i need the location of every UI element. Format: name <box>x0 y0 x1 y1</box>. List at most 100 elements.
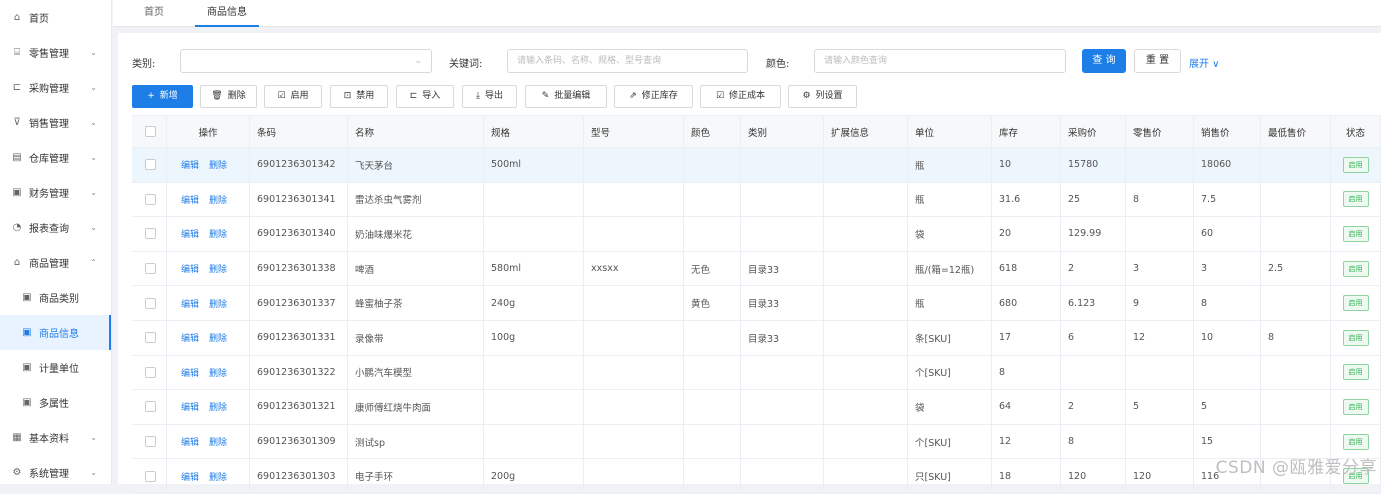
row-checkbox[interactable] <box>145 367 156 378</box>
table-cell <box>684 183 741 217</box>
edit-link[interactable]: 编辑 <box>181 470 199 483</box>
status-cell: 启用 <box>1331 356 1381 390</box>
edit-button[interactable]: ✎批量编辑 <box>525 85 607 108</box>
table-cell <box>584 459 684 493</box>
stock-button[interactable]: ⇗修正库存 <box>614 85 693 108</box>
category-select[interactable]: ⌄ <box>180 49 432 73</box>
delete-link[interactable]: 删除 <box>209 366 227 379</box>
table-row[interactable]: 编辑删除6901236301341雷达杀虫气雾剂瓶31.62587.5启用 <box>132 183 1381 218</box>
plus-button[interactable]: +新增 <box>132 85 193 108</box>
select-all-checkbox[interactable] <box>145 126 156 137</box>
keyword-input[interactable]: 请输入条码、名称、规格、型号查询 <box>507 49 748 73</box>
sidebar-item-info[interactable]: ▣商品信息 <box>0 315 111 350</box>
sidebar-item-base[interactable]: ▦基本资料⌄ <box>0 420 111 455</box>
table-row[interactable]: 编辑删除6901236301340奶油味爆米花袋20129.9960启用 <box>132 217 1381 252</box>
check-button[interactable]: ☑启用 <box>264 85 322 108</box>
expand-link[interactable]: 展开 ∨ <box>1189 55 1220 70</box>
disable-button[interactable]: ⊡禁用 <box>330 85 388 108</box>
delete-link[interactable]: 删除 <box>209 435 227 448</box>
delete-link[interactable]: 删除 <box>209 158 227 171</box>
export-button[interactable]: ⤓导出 <box>462 85 517 108</box>
table-row[interactable]: 编辑删除6901236301303电子手环200g只[SKU]181201201… <box>132 459 1381 494</box>
delete-link[interactable]: 删除 <box>209 193 227 206</box>
edit-link[interactable]: 编辑 <box>181 262 199 275</box>
sidebar-item-finance[interactable]: ▣财务管理⌄ <box>0 175 111 210</box>
sidebar-item-unit[interactable]: ▣计量单位 <box>0 350 111 385</box>
table-row[interactable]: 编辑删除6901236301321康师傅红烧牛肉面袋64255启用 <box>132 390 1381 425</box>
row-checkbox[interactable] <box>145 298 156 309</box>
table-row[interactable]: 编辑删除6901236301338啤酒580mlxxsxx无色目录33瓶/(箱=… <box>132 252 1381 287</box>
table-cell: 17 <box>992 321 1061 355</box>
row-checkbox[interactable] <box>145 228 156 239</box>
sidebar-item-label: 系统管理 <box>29 465 69 480</box>
sidebar-item-goods[interactable]: ⌂商品管理⌃ <box>0 245 111 280</box>
edit-link[interactable]: 编辑 <box>181 400 199 413</box>
table-cell: 5 <box>1126 390 1194 424</box>
row-checkbox[interactable] <box>145 471 156 482</box>
sidebar-item-home[interactable]: ⌂首页 <box>0 0 111 35</box>
status-cell: 启用 <box>1331 252 1381 286</box>
sidebar-item-cart[interactable]: ⊏采购管理⌄ <box>0 70 111 105</box>
toolbar-button-label: 修正成本 <box>729 86 765 107</box>
delete-link[interactable]: 删除 <box>209 470 227 483</box>
reset-button[interactable]: 重 置 <box>1134 49 1181 73</box>
row-checkbox[interactable] <box>145 436 156 447</box>
table-cell <box>824 425 908 459</box>
row-checkbox[interactable] <box>145 401 156 412</box>
delete-link[interactable]: 删除 <box>209 262 227 275</box>
table-cell: 64 <box>992 390 1061 424</box>
tab-goods-info[interactable]: 商品信息 <box>195 0 259 27</box>
table-row[interactable]: 编辑删除6901236301337蜂蜜柚子茶240g黄色目录33瓶6806.12… <box>132 286 1381 321</box>
header-cell: 最低售价 <box>1261 116 1331 147</box>
sidebar-item-category[interactable]: ▣商品类别 <box>0 280 111 315</box>
edit-link[interactable]: 编辑 <box>181 227 199 240</box>
delete-link[interactable]: 删除 <box>209 297 227 310</box>
delete-link[interactable]: 删除 <box>209 400 227 413</box>
table-cell: 6901236301322 <box>250 356 348 390</box>
sidebar-item-shop[interactable]: ⌸零售管理⌄ <box>0 35 111 70</box>
toolbar-button-label: 修正库存 <box>642 86 678 107</box>
table-row[interactable]: 编辑删除6901236301309测试sp个[SKU]12815启用 <box>132 425 1381 460</box>
header-cell-select <box>132 116 167 147</box>
edit-link[interactable]: 编辑 <box>181 297 199 310</box>
delete-link[interactable]: 删除 <box>209 227 227 240</box>
base-icon: ▦ <box>11 432 23 443</box>
row-actions: 编辑删除 <box>167 425 250 459</box>
table-row[interactable]: 编辑删除6901236301342飞天茅台500ml瓶101578018060启… <box>132 148 1381 183</box>
sidebar-item-label: 采购管理 <box>29 80 69 95</box>
sidebar-item-sale[interactable]: ⊽销售管理⌄ <box>0 105 111 140</box>
sidebar-item-attr[interactable]: ▣多属性 <box>0 385 111 420</box>
table-row[interactable]: 编辑删除6901236301331录像带100g目录33条[SKU]176121… <box>132 321 1381 356</box>
tab-home[interactable]: 首页 <box>144 0 164 27</box>
search-button[interactable]: 查 询 <box>1082 49 1126 73</box>
color-input[interactable]: 请输入颜色查询 <box>814 49 1066 73</box>
delete-link[interactable]: 删除 <box>209 331 227 344</box>
cost-icon: ☑ <box>716 86 724 107</box>
row-checkbox[interactable] <box>145 159 156 170</box>
edit-link[interactable]: 编辑 <box>181 193 199 206</box>
cost-button[interactable]: ☑修正成本 <box>700 85 781 108</box>
trash-button[interactable]: 🗑删除 <box>200 85 257 108</box>
sidebar-item-label: 零售管理 <box>29 45 69 60</box>
sidebar-item-warehouse[interactable]: ▤仓库管理⌄ <box>0 140 111 175</box>
table-cell <box>484 390 584 424</box>
import-button[interactable]: ⊏导入 <box>396 85 454 108</box>
row-actions: 编辑删除 <box>167 321 250 355</box>
sidebar-item-settings[interactable]: ⚙系统管理⌄ <box>0 455 111 490</box>
edit-link[interactable]: 编辑 <box>181 158 199 171</box>
table-cell: 6901236301337 <box>250 286 348 320</box>
table-row[interactable]: 编辑删除6901236301322小鹏汽车模型个[SKU]8启用 <box>132 356 1381 391</box>
table-cell: 60 <box>1194 217 1261 251</box>
row-actions: 编辑删除 <box>167 390 250 424</box>
check-icon: ☑ <box>277 86 285 107</box>
edit-link[interactable]: 编辑 <box>181 366 199 379</box>
table-cell: 25 <box>1061 183 1126 217</box>
column-settings-button[interactable]: ⚙列设置 <box>788 85 857 108</box>
row-checkbox[interactable] <box>145 194 156 205</box>
edit-link[interactable]: 编辑 <box>181 331 199 344</box>
row-checkbox[interactable] <box>145 332 156 343</box>
row-checkbox[interactable] <box>145 263 156 274</box>
sidebar-item-report[interactable]: ◔报表查询⌄ <box>0 210 111 245</box>
toolbar-button-label: 删除 <box>228 86 246 107</box>
edit-link[interactable]: 编辑 <box>181 435 199 448</box>
